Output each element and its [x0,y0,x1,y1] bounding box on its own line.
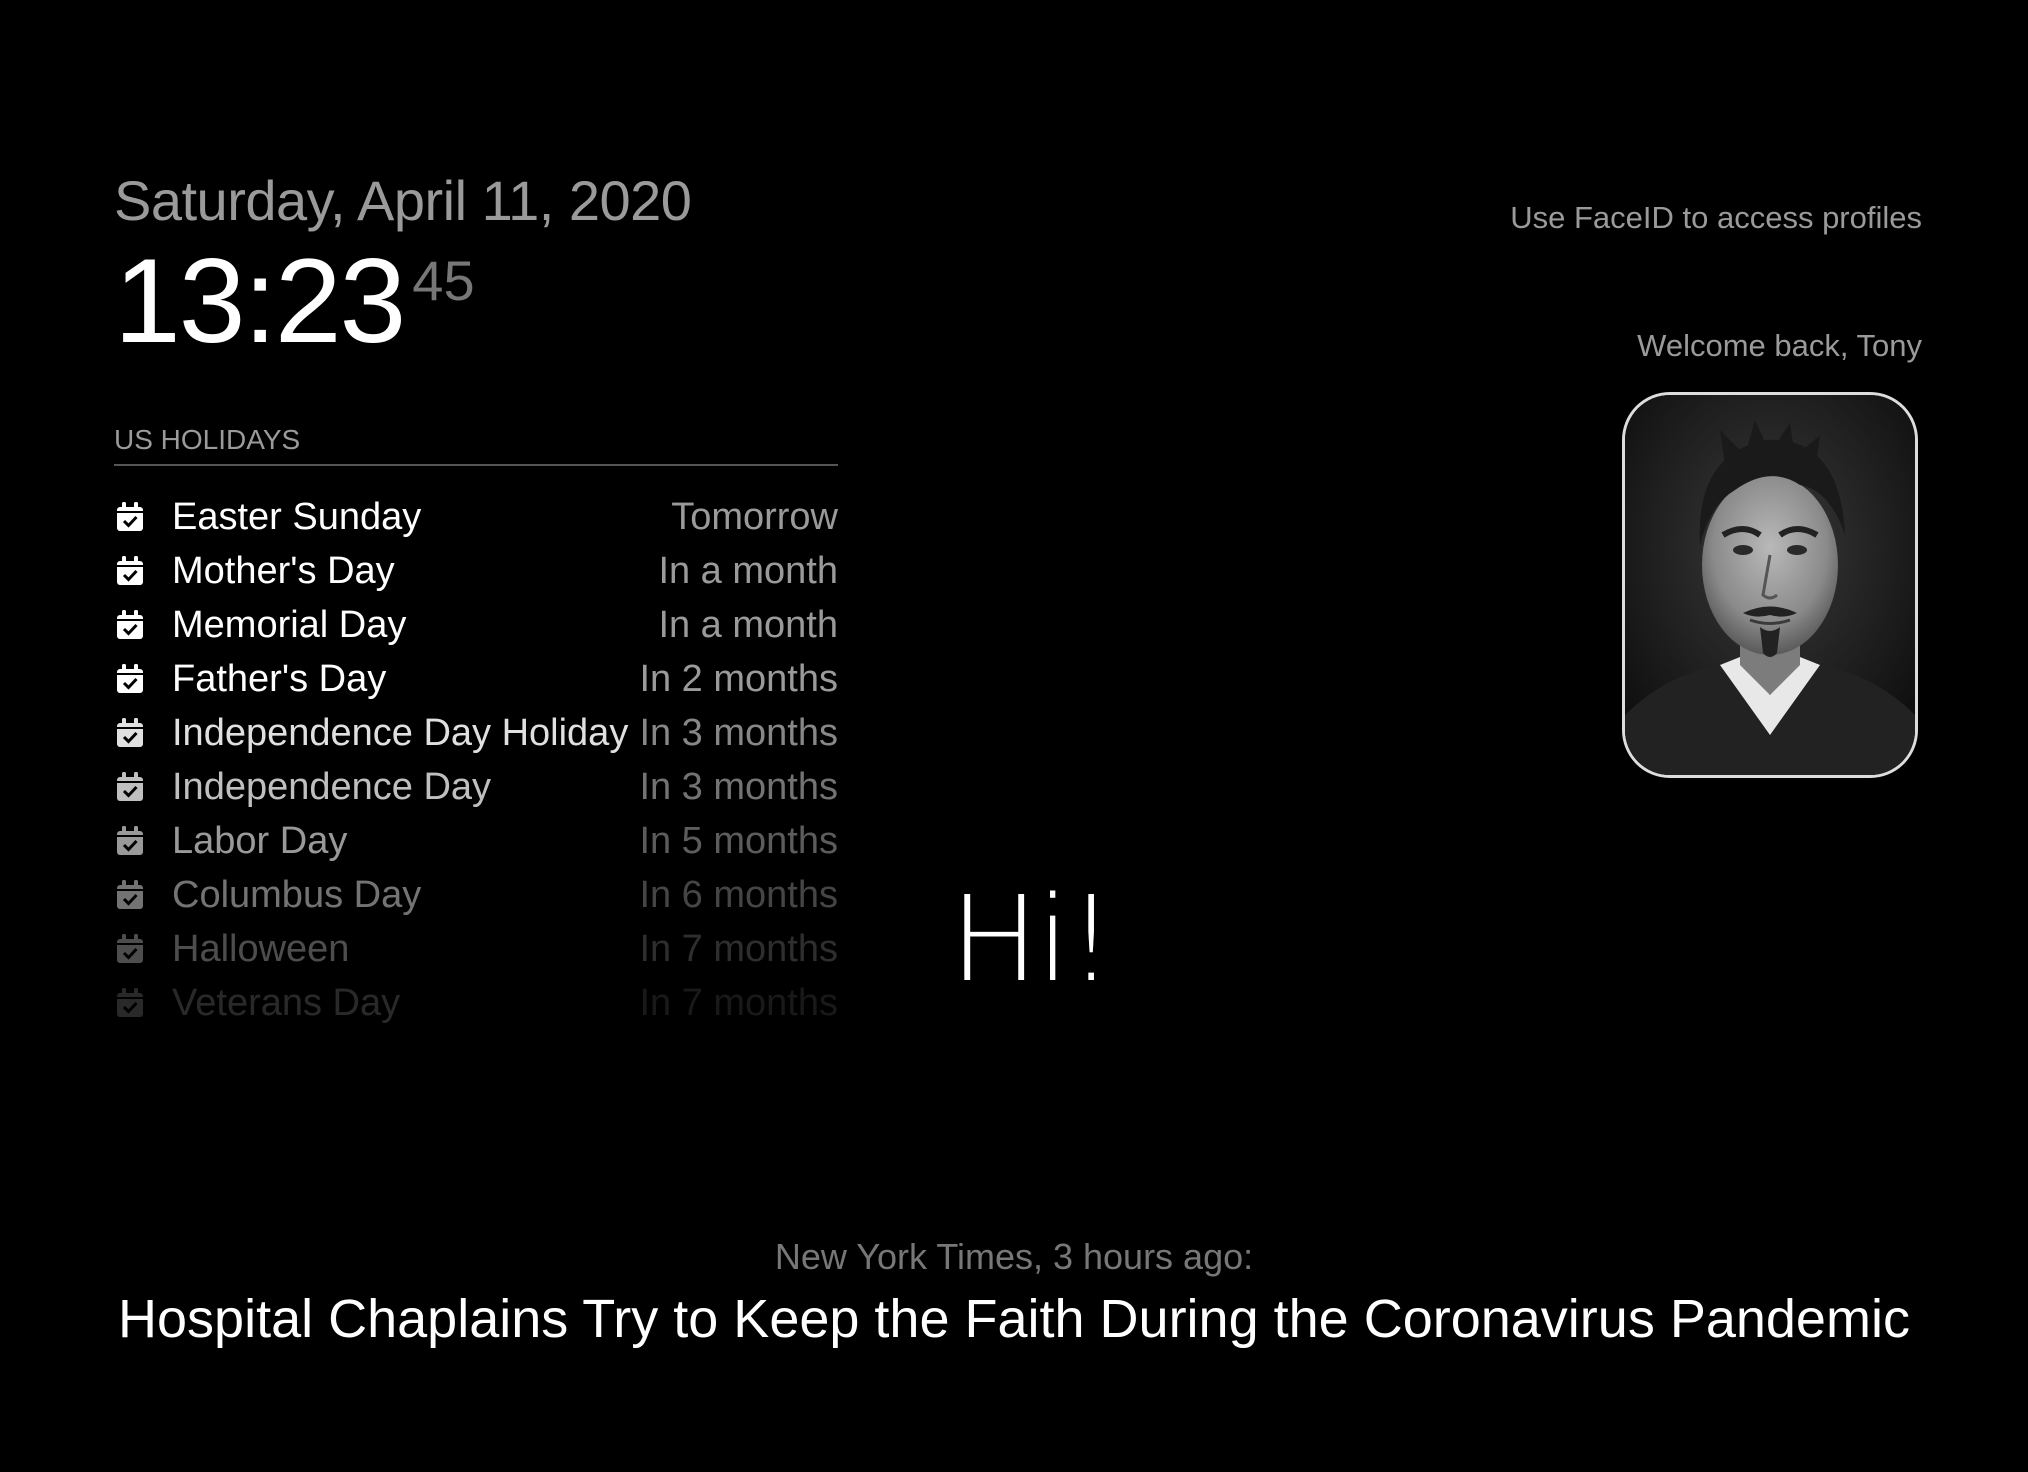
calendar-event-row: Independence Day In 3 months [114,760,838,814]
calendar-event-time: In 3 months [639,765,838,808]
calendar-event-title: Independence Day [172,765,492,808]
calendar-check-icon [114,879,146,911]
calendar-check-icon [114,501,146,533]
calendar-event-title: Mother's Day [172,549,395,592]
calendar-check-icon [114,663,146,695]
calendar-event-row: Columbus Day In 6 months [114,868,838,922]
calendar-event-time: In 7 months [639,927,838,970]
calendar-check-icon [114,825,146,857]
calendar-header: US HOLIDAYS [114,424,838,466]
news-headline: Hospital Chaplains Try to Keep the Faith… [118,1289,1910,1349]
clock-hours-minutes: 13:23 [114,234,406,368]
clock-seconds: 45 [412,249,475,312]
faceid-hint: Use FaceID to access profiles [1510,200,1922,235]
calendar-check-icon [114,555,146,587]
calendar-event-title: Easter Sunday [172,495,422,538]
news-source: New York Times, 3 hours ago: [774,1236,1254,1277]
calendar-event-time: In 5 months [639,819,838,862]
calendar-event-row: Easter Sunday Tomorrow [114,490,838,544]
calendar-event-row: Father's Day In 2 months [114,652,838,706]
calendar-event-row: Labor Day In 5 months [114,814,838,868]
calendar-event-time: In a month [658,549,838,592]
compliment-text: Hi! [950,870,1115,1008]
calendar-event-title: Veterans Day [172,981,401,1024]
calendar-event-title: Father's Day [172,657,387,700]
calendar-event-time: Tomorrow [671,495,838,538]
calendar-event-title: Memorial Day [172,603,407,646]
clock-date: Saturday, April 11, 2020 [114,169,692,232]
user-portrait [1622,392,1918,778]
calendar-event-title: Independence Day Holiday [172,711,629,754]
calendar-event-title: Labor Day [172,819,348,862]
calendar-event-time: In 3 months [639,711,838,754]
calendar-event-time: In 2 months [639,657,838,700]
welcome-message: Welcome back, Tony [1637,328,1922,363]
calendar-event-title: Columbus Day [172,873,422,916]
calendar-event-row: Independence Day Holiday In 3 months [114,706,838,760]
calendar-event-row: Mother's Day In a month [114,544,838,598]
calendar-event-time: In 7 months [639,981,838,1024]
calendar-event-title: Halloween [172,927,350,970]
calendar-event-time: In 6 months [639,873,838,916]
calendar-check-icon [114,933,146,965]
calendar-check-icon [114,609,146,641]
calendar-check-icon [114,987,146,1019]
calendar-event-row: Memorial Day In a month [114,598,838,652]
calendar-event-row: Veterans Day In 7 months [114,976,838,1030]
portrait-image [1625,395,1915,775]
calendar-event-row: Halloween In 7 months [114,922,838,976]
clock-time: 13:23 45 [114,236,475,366]
calendar-check-icon [114,717,146,749]
calendar-check-icon [114,771,146,803]
calendar-event-time: In a month [658,603,838,646]
calendar-event-list: Easter Sunday Tomorrow Mother's Day In a mo… [114,490,838,1030]
